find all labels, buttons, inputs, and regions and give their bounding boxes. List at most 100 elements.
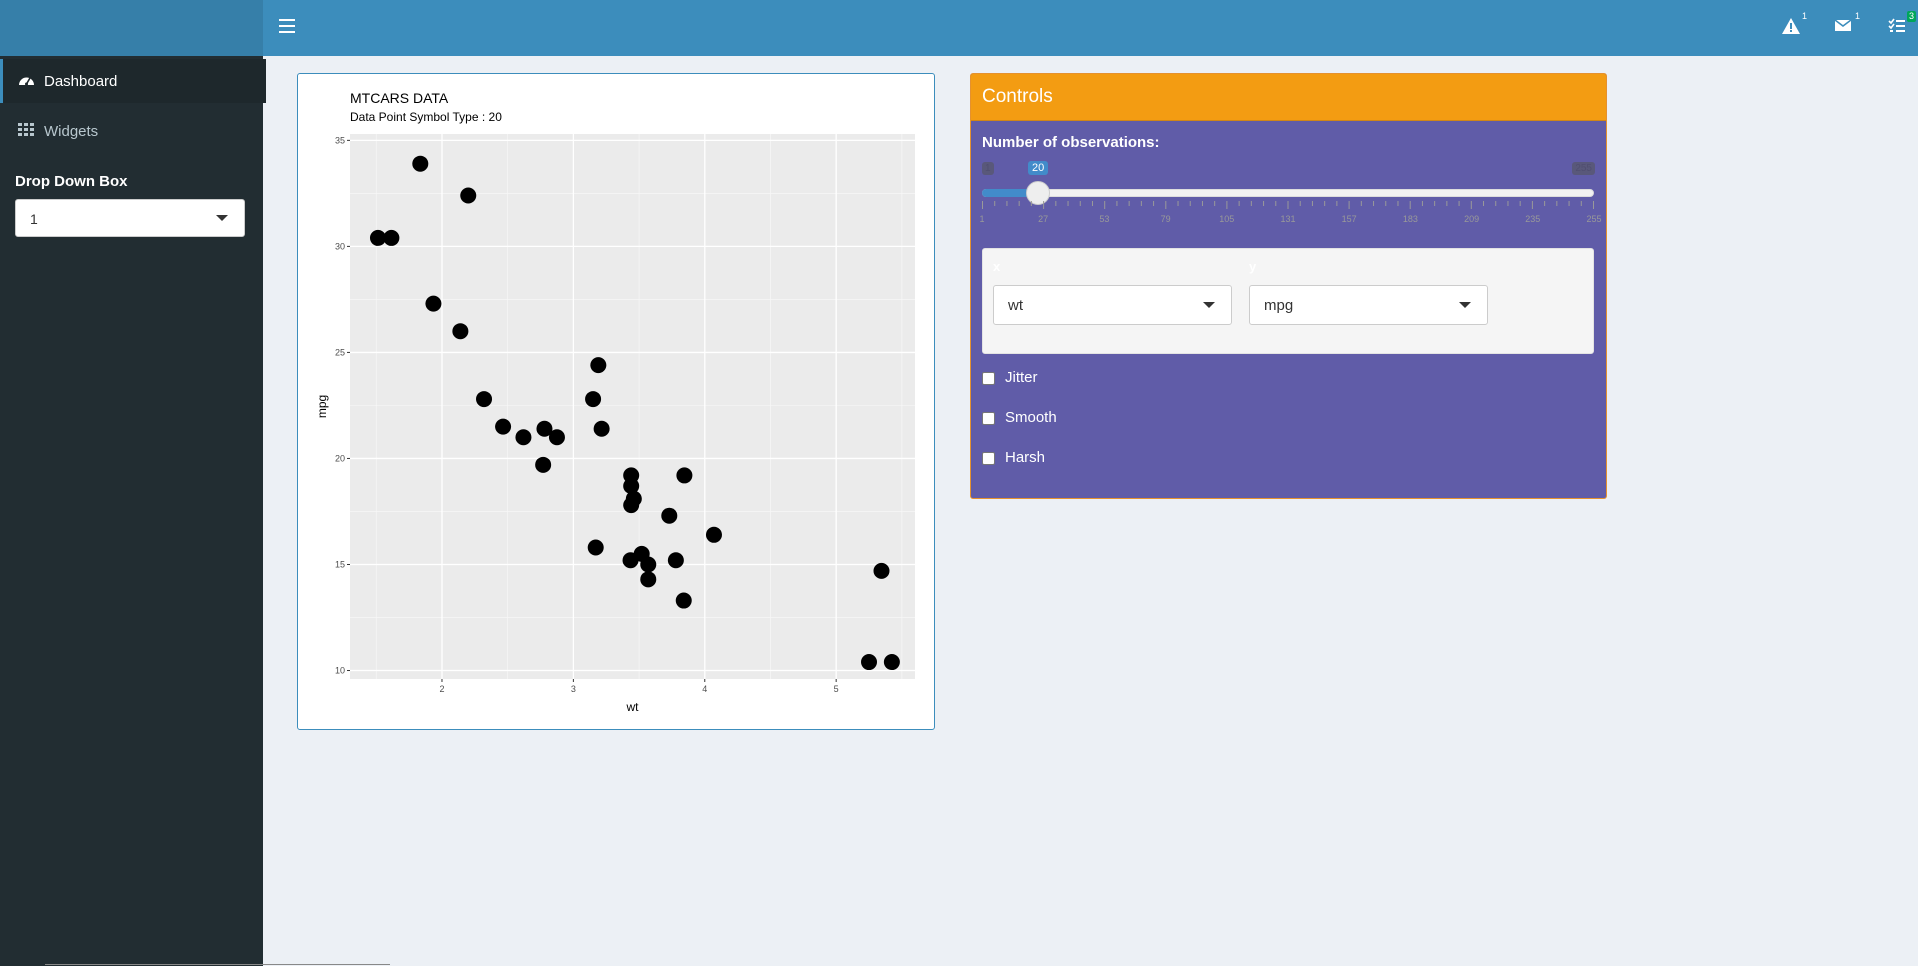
- chart-subtitle: Data Point Symbol Type : 20: [350, 110, 502, 124]
- plot-box: MTCARS DATA Data Point Symbol Type : 20 …: [297, 73, 935, 730]
- logo-bar: [0, 0, 263, 56]
- data-point: [622, 552, 639, 569]
- caret-down-icon: [216, 215, 228, 221]
- top-navbar: 1 1 3: [263, 0, 1918, 56]
- data-point: [593, 420, 610, 437]
- x-axis-label: wt: [626, 700, 640, 714]
- slider-value-label: 20: [1028, 161, 1049, 175]
- dropdown-select[interactable]: 1: [15, 199, 245, 237]
- divider: [45, 964, 390, 965]
- sidebar-item-label: Widgets: [44, 123, 99, 140]
- slider-tick-label: 183: [1402, 214, 1418, 224]
- slider-tick-label: 27: [1038, 214, 1049, 224]
- data-point: [452, 323, 469, 340]
- data-point: [667, 552, 684, 569]
- checkbox-label: Harsh: [1005, 449, 1046, 466]
- slider-tick-label: 79: [1160, 214, 1171, 224]
- y-tick-label: 15: [335, 559, 345, 569]
- tasks-icon[interactable]: 3: [1888, 11, 1916, 39]
- data-point: [369, 229, 386, 246]
- slider-track[interactable]: [982, 189, 1594, 197]
- checkbox-square[interactable]: [982, 452, 995, 465]
- data-point: [640, 556, 657, 573]
- data-point: [536, 420, 553, 437]
- controls-header: Controls: [971, 74, 1606, 121]
- slider-tick-label: 1: [979, 214, 985, 224]
- y-tick-label: 35: [335, 135, 345, 145]
- envelope-icon[interactable]: 1: [1834, 11, 1860, 39]
- data-point: [623, 467, 640, 484]
- tasks-badge: 3: [1906, 11, 1916, 22]
- plot-panel: [350, 134, 915, 679]
- checkbox-label: Smooth: [1005, 409, 1057, 426]
- dropdown-value: 1: [30, 211, 38, 227]
- slider-tick-label: 157: [1341, 214, 1357, 224]
- warning-badge: 1: [1801, 11, 1807, 21]
- controls-box: Controls Number of observations: 1 255 2…: [970, 73, 1607, 499]
- sidebar-item-widgets[interactable]: Widgets: [0, 109, 263, 153]
- slider-tick-label: 53: [1099, 214, 1110, 224]
- data-point: [495, 418, 512, 435]
- axis-select-well: x wt y mpg: [982, 248, 1594, 354]
- y-tick-label: 30: [335, 241, 345, 251]
- data-point: [675, 592, 692, 609]
- data-point: [460, 187, 477, 204]
- controls-title: Controls: [982, 86, 1053, 107]
- slider-tick-label: 105: [1219, 214, 1235, 224]
- data-point: [883, 654, 900, 671]
- data-point: [676, 467, 693, 484]
- y-select[interactable]: mpg: [1249, 285, 1488, 325]
- y-axis-label: mpg: [315, 395, 329, 418]
- slider-ticks: [982, 201, 1594, 209]
- slider-fill: [982, 189, 1028, 197]
- data-point: [585, 391, 602, 408]
- x-tick-label: 3: [571, 684, 576, 694]
- scatter-chart: MTCARS DATA Data Point Symbol Type : 20 …: [315, 90, 915, 714]
- th-icon: [18, 123, 34, 139]
- data-point: [661, 507, 678, 524]
- caret-down-icon: [1459, 302, 1471, 308]
- sidebar-item-label: Dashboard: [44, 73, 118, 90]
- checkbox-label: Jitter: [1005, 369, 1038, 386]
- x-tick-label: 4: [702, 684, 707, 694]
- slider-max-label: 255: [1572, 162, 1595, 175]
- data-point: [705, 526, 722, 543]
- chart-title: MTCARS DATA: [350, 90, 449, 106]
- slider-tick-label: 209: [1464, 214, 1480, 224]
- data-point: [640, 571, 657, 588]
- observations-label: Number of observations:: [982, 134, 1160, 151]
- slider-tick-label: 235: [1525, 214, 1541, 224]
- slider-tick-label: 131: [1280, 214, 1296, 224]
- data-point: [412, 155, 429, 172]
- x-tick-label: 5: [834, 684, 839, 694]
- x-tick-label: 2: [439, 684, 444, 694]
- dropdown-label: Drop Down Box: [15, 173, 128, 190]
- data-point: [623, 497, 640, 514]
- data-point: [590, 357, 607, 374]
- data-point: [861, 654, 878, 671]
- y-select-value: mpg: [1264, 297, 1294, 314]
- data-point: [535, 456, 552, 473]
- x-select-label: x: [993, 259, 1001, 274]
- slider-min-label: 1: [982, 162, 994, 175]
- data-point: [515, 429, 532, 446]
- x-select[interactable]: wt: [993, 285, 1232, 325]
- y-tick-label: 10: [335, 666, 345, 676]
- y-select-label: y: [1249, 259, 1257, 274]
- caret-down-icon: [1203, 302, 1215, 308]
- x-select-value: wt: [1008, 297, 1023, 314]
- checkbox-square[interactable]: [982, 372, 995, 385]
- data-point: [873, 562, 890, 579]
- sidebar: Dashboard Widgets Drop Down Box 1: [0, 56, 266, 966]
- y-tick-label: 20: [335, 453, 345, 463]
- warning-icon[interactable]: 1: [1781, 11, 1807, 39]
- data-point: [425, 295, 442, 312]
- envelope-badge: 1: [1854, 11, 1860, 21]
- sidebar-item-dashboard[interactable]: Dashboard: [0, 59, 266, 103]
- bars-icon[interactable]: [279, 19, 295, 35]
- data-point: [476, 391, 493, 408]
- data-point: [587, 539, 604, 556]
- slider-tick-label: 255: [1586, 214, 1602, 224]
- checkbox-square[interactable]: [982, 412, 995, 425]
- dashboard-icon: [18, 73, 34, 89]
